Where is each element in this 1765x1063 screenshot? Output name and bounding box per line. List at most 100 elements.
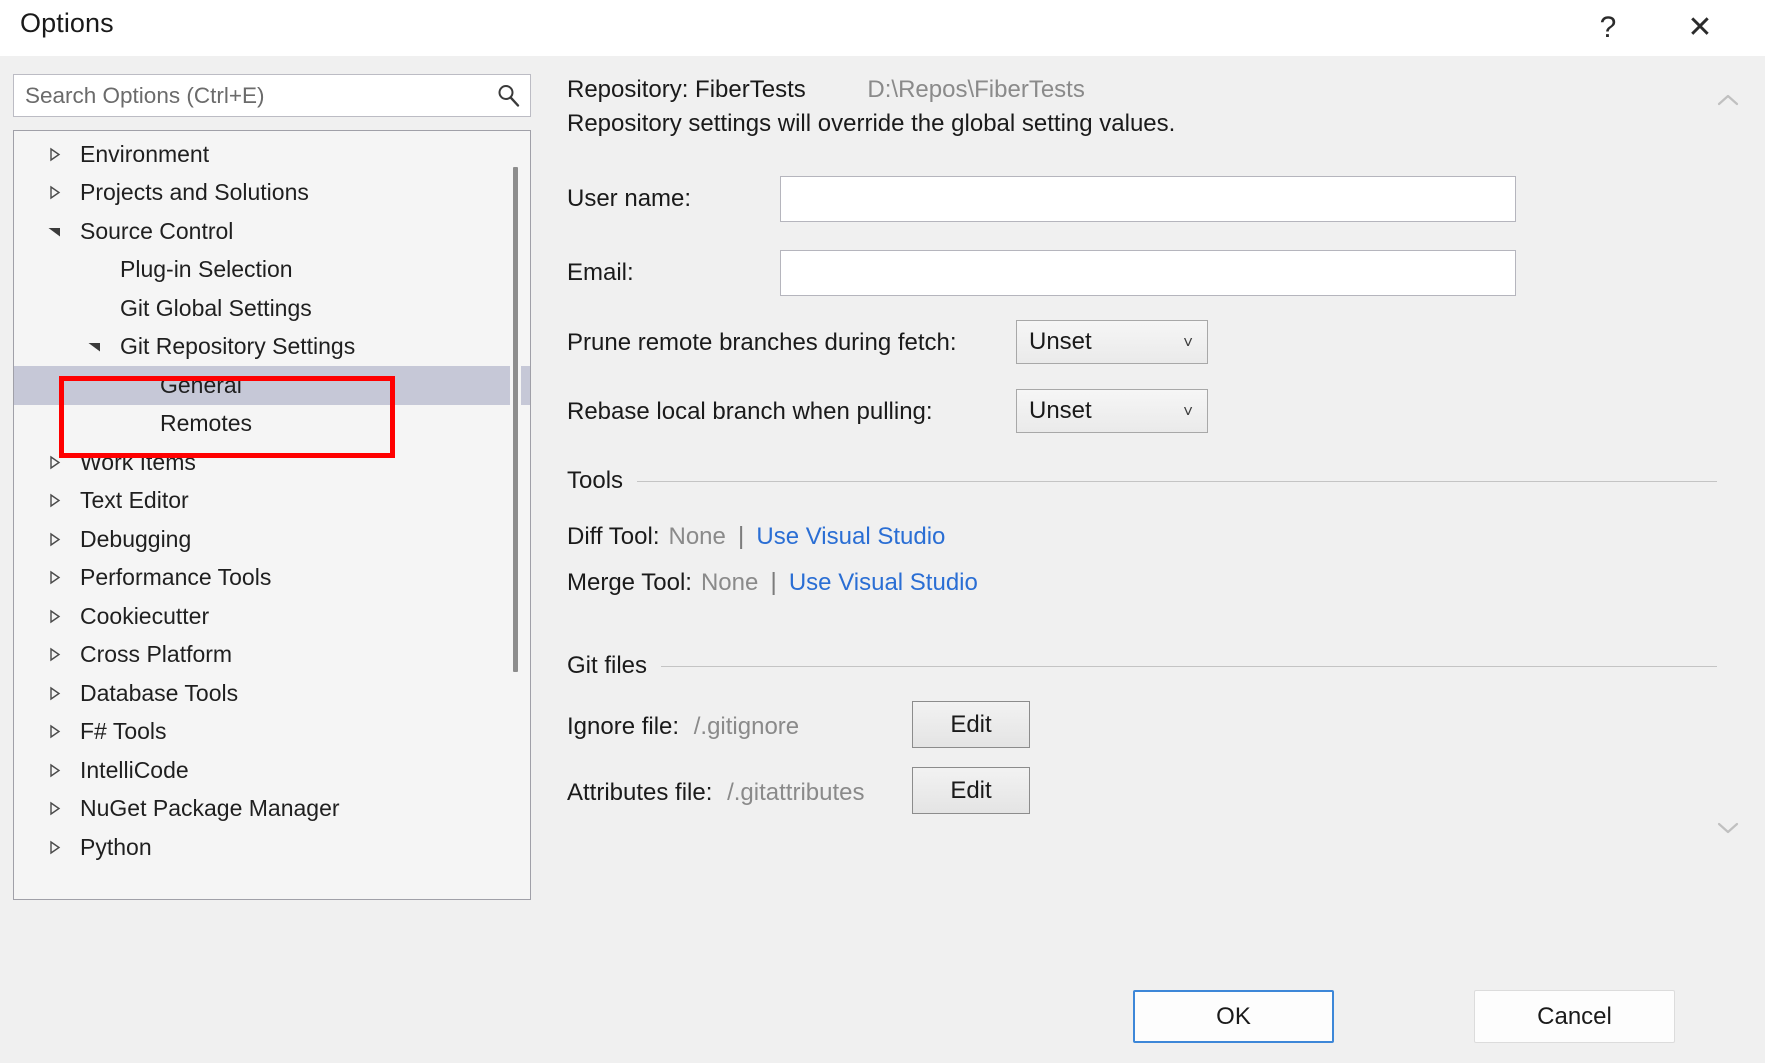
triangle-right-icon[interactable] (41, 686, 67, 701)
tools-group-header: Tools (567, 466, 1717, 496)
triangle-down-icon[interactable] (41, 225, 67, 238)
edit-ignore-file-button[interactable]: Edit (912, 701, 1030, 748)
tree-item-label: F# Tools (80, 718, 167, 745)
tree-item-label: Text Editor (80, 487, 189, 514)
tree-item-source-control[interactable]: Source Control (14, 212, 531, 251)
divider (661, 666, 1717, 667)
tree-item-label: Remotes (160, 410, 252, 437)
ignore-file-label: Ignore file: (567, 713, 679, 740)
tree-item-plug-in-selection[interactable]: Plug-in Selection (14, 251, 531, 290)
tree-item-git-global-settings[interactable]: Git Global Settings (14, 289, 531, 328)
tree-item-label: Projects and Solutions (80, 179, 309, 206)
repository-override-note: Repository settings will override the gl… (567, 110, 1175, 138)
diff-tool-value: None (669, 523, 726, 551)
merge-tool-value: None (701, 569, 758, 597)
tree-item-label: Environment (80, 141, 209, 168)
ignore-file-value: /.gitignore (694, 713, 799, 740)
options-tree[interactable]: Environment Projects and Solutions Source … (13, 130, 531, 900)
tree-item-work-items[interactable]: Work Items (14, 443, 531, 482)
tree-list: Environment Projects and Solutions Source … (14, 135, 531, 867)
ignore-file-row: Ignore file: /.gitignore (567, 713, 799, 741)
username-label: User name: (567, 185, 691, 213)
close-icon: ✕ (1687, 13, 1712, 43)
tree-scrollbar-thumb[interactable] (513, 167, 518, 672)
tree-item-label: Cookiecutter (80, 603, 209, 630)
username-field[interactable] (780, 176, 1516, 222)
tree-item-remotes[interactable]: Remotes (14, 405, 531, 444)
left-pane: Search Options (Ctrl+E) Environment Proje… (0, 56, 548, 1008)
tree-item-label: Debugging (80, 526, 191, 553)
email-field[interactable] (780, 250, 1516, 296)
tree-item-performance-tools[interactable]: Performance Tools (14, 559, 531, 598)
tree-scrollbar[interactable] (510, 137, 521, 893)
chevron-down-icon[interactable] (1708, 808, 1748, 848)
tree-item-label: Performance Tools (80, 564, 271, 591)
triangle-right-icon[interactable] (41, 570, 67, 585)
tree-item-label: Git Global Settings (120, 295, 312, 322)
tree-item-projects-and-solutions[interactable]: Projects and Solutions (14, 174, 531, 213)
tree-item-database-tools[interactable]: Database Tools (14, 674, 531, 713)
options-dialog: Options ? ✕ Search Options (Ctrl+E) Envi… (0, 0, 1765, 1063)
chevron-down-icon: ˅ (1183, 403, 1193, 420)
tree-item-git-repository-settings[interactable]: Git Repository Settings (14, 328, 531, 367)
tree-item-debugging[interactable]: Debugging (14, 520, 531, 559)
diff-tool-use-visual-studio-link[interactable]: Use Visual Studio (756, 523, 945, 551)
search-input-text: Search Options (Ctrl+E) (14, 83, 488, 109)
search-icon (488, 75, 530, 116)
divider: | (738, 522, 745, 551)
prune-label: Prune remote branches during fetch: (567, 329, 957, 357)
triangle-right-icon[interactable] (41, 532, 67, 547)
triangle-right-icon[interactable] (41, 455, 67, 470)
triangle-right-icon[interactable] (41, 724, 67, 739)
page-title: Options (20, 8, 114, 39)
close-button[interactable]: ✕ (1669, 0, 1731, 56)
triangle-right-icon[interactable] (41, 763, 67, 778)
tree-item-label: Source Control (80, 218, 233, 245)
ok-button[interactable]: OK (1133, 990, 1334, 1043)
divider (637, 481, 1717, 482)
rebase-dropdown[interactable]: Unset ˅ (1016, 389, 1208, 433)
tools-group-title: Tools (567, 467, 637, 495)
tree-item-label: Python (80, 834, 152, 861)
tree-item-general[interactable]: General (14, 366, 531, 405)
triangle-right-icon[interactable] (41, 185, 67, 200)
tree-item-label: IntelliCode (80, 757, 189, 784)
dialog-footer: OK Cancel (0, 1008, 1765, 1063)
tree-item-label: Cross Platform (80, 641, 232, 668)
tree-item-python[interactable]: Python (14, 828, 531, 867)
tree-item-cross-platform[interactable]: Cross Platform (14, 636, 531, 675)
prune-label-row: Prune remote branches during fetch: (567, 320, 957, 366)
tree-item-environment[interactable]: Environment (14, 135, 531, 174)
email-label: Email: (567, 259, 634, 287)
merge-tool-use-visual-studio-link[interactable]: Use Visual Studio (789, 569, 978, 597)
search-input[interactable]: Search Options (Ctrl+E) (13, 74, 531, 117)
cancel-button[interactable]: Cancel (1474, 990, 1675, 1043)
tree-item-cookiecutter[interactable]: Cookiecutter (14, 597, 531, 636)
git-files-group-header: Git files (567, 651, 1717, 681)
tree-item-label: General (160, 372, 242, 399)
triangle-right-icon[interactable] (41, 609, 67, 624)
tree-item-intellicode[interactable]: IntelliCode (14, 751, 531, 790)
triangle-right-icon[interactable] (41, 647, 67, 662)
chevron-up-icon[interactable] (1708, 80, 1748, 120)
help-button[interactable]: ? (1577, 0, 1639, 56)
attributes-file-value: /.gitattributes (727, 779, 864, 806)
tree-item-nuget-package-manager[interactable]: NuGet Package Manager (14, 790, 531, 829)
attributes-file-label: Attributes file: (567, 779, 712, 806)
rebase-value: Unset (1017, 397, 1092, 425)
prune-dropdown[interactable]: Unset ˅ (1016, 320, 1208, 364)
triangle-right-icon[interactable] (41, 840, 67, 855)
merge-tool-row: Merge Tool: None | Use Visual Studio (567, 568, 978, 597)
tree-item-text-editor[interactable]: Text Editor (14, 482, 531, 521)
tree-item-f-tools[interactable]: F# Tools (14, 713, 531, 752)
repository-path: D:\Repos\FiberTests (867, 76, 1084, 103)
triangle-right-icon[interactable] (41, 493, 67, 508)
tree-item-label: NuGet Package Manager (80, 795, 340, 822)
diff-tool-row: Diff Tool: None | Use Visual Studio (567, 522, 945, 551)
email-label-row: Email: (567, 250, 634, 296)
rebase-label: Rebase local branch when pulling: (567, 398, 933, 426)
triangle-right-icon[interactable] (41, 801, 67, 816)
triangle-down-icon[interactable] (81, 340, 107, 353)
edit-attributes-file-button[interactable]: Edit (912, 767, 1030, 814)
triangle-right-icon[interactable] (41, 147, 67, 162)
